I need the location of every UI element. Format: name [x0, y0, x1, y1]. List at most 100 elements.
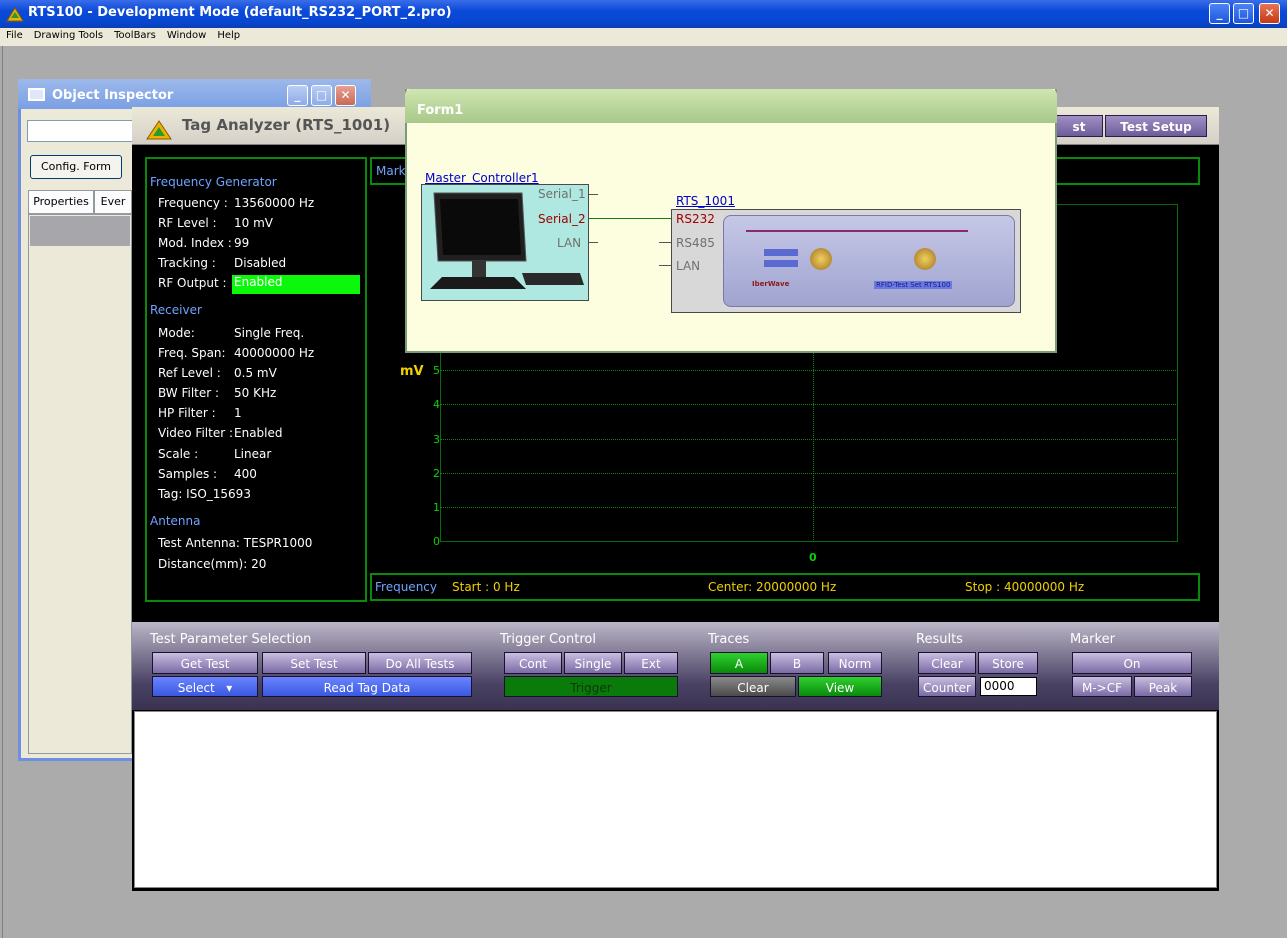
close-button[interactable]: ✕ — [335, 85, 356, 106]
port-lan-device: LAN — [676, 259, 701, 273]
fg-tracking-value: Disabled — [234, 256, 287, 270]
object-selector-combo[interactable] — [27, 120, 137, 142]
results-store-button[interactable]: Store — [978, 652, 1038, 674]
form1-titlebar[interactable]: Form1 — [405, 89, 1057, 123]
menu-window[interactable]: Window — [161, 28, 211, 41]
set-test-button[interactable]: Set Test — [262, 652, 366, 674]
trace-a-button[interactable]: A — [710, 652, 768, 674]
window-title: RTS100 - Development Mode (default_RS232… — [28, 5, 452, 20]
do-all-tests-button[interactable]: Do All Tests — [368, 652, 472, 674]
trigger-single-button[interactable]: Single — [564, 652, 622, 674]
trigger-ext-button[interactable]: Ext — [624, 652, 678, 674]
marker-on-button[interactable]: On — [1072, 652, 1192, 674]
x-tick: 0 — [809, 551, 817, 564]
property-grid-header — [30, 216, 130, 246]
chevron-down-icon: ▾ — [218, 681, 233, 695]
rx-mode-label: Mode: — [158, 326, 195, 340]
trace-clear-button[interactable]: Clear — [710, 676, 796, 697]
analyzer-icon — [146, 120, 172, 140]
device-label[interactable]: RTS_1001 — [676, 194, 735, 208]
marker-to-cf-button[interactable]: M->CF — [1072, 676, 1132, 697]
trigger-control-heading: Trigger Control — [500, 632, 596, 647]
menu-bar: File Drawing Tools ToolBars Window Help — [0, 28, 1287, 46]
results-counter-value: 0000 — [980, 677, 1037, 696]
trace-view-button[interactable]: View — [798, 676, 882, 697]
rx-ref-level-label: Ref Level : — [158, 366, 221, 380]
select-label: Select — [177, 681, 215, 695]
antenna-test-antenna: Test Antenna: TESPR1000 — [158, 536, 313, 550]
rx-scale-value: Linear — [234, 447, 272, 461]
port-rs485: RS485 — [676, 236, 715, 250]
port-serial-1: Serial_1 — [538, 187, 586, 201]
fg-frequency-label: Frequency : — [158, 196, 228, 210]
port-lan: LAN — [557, 236, 582, 250]
traces-heading: Traces — [708, 632, 750, 647]
master-controller-label[interactable]: Master_Controller1 — [425, 171, 539, 185]
marker-label: Mark — [376, 164, 406, 178]
config-form-button[interactable]: Config. Form — [30, 155, 122, 179]
frequency-generator-heading: Frequency Generator — [150, 175, 277, 189]
tab-properties[interactable]: Properties — [28, 190, 94, 214]
rx-bw-filter-value: 50 KHz — [234, 386, 277, 400]
rx-bw-filter-label: BW Filter : — [158, 386, 220, 400]
antenna-heading: Antenna — [150, 514, 201, 528]
minimize-button[interactable]: _ — [287, 85, 308, 106]
device-stripe — [746, 230, 968, 232]
frequency-start: Start : 0 Hz — [452, 580, 520, 594]
fg-tracking-label: Tracking : — [158, 256, 216, 270]
grid-line — [440, 439, 1178, 440]
maximize-button[interactable]: □ — [1233, 3, 1254, 24]
test-button[interactable]: st — [1055, 115, 1103, 137]
trace-b-button[interactable]: B — [770, 652, 824, 674]
menu-drawing-tools[interactable]: Drawing Tools — [28, 28, 108, 41]
maximize-button[interactable]: □ — [311, 85, 332, 106]
y-tick: 2 — [433, 467, 440, 480]
output-panel[interactable] — [134, 711, 1217, 888]
port-serial-2: Serial_2 — [538, 212, 586, 226]
window-titlebar[interactable]: RTS100 - Development Mode (default_RS232… — [0, 0, 1287, 28]
grid-line — [440, 404, 1178, 405]
fg-rf-output-value: Enabled — [232, 275, 360, 294]
menu-help[interactable]: Help — [211, 28, 245, 41]
results-clear-button[interactable]: Clear — [918, 652, 976, 674]
fg-mod-index-label: Mod. Index : — [158, 236, 232, 250]
get-test-button[interactable]: Get Test — [152, 652, 258, 674]
rx-tag: Tag: ISO_15693 — [158, 487, 251, 501]
fg-rf-level-value: 10 mV — [234, 216, 273, 230]
minimize-button[interactable]: _ — [1209, 3, 1230, 24]
grid-line — [440, 507, 1178, 508]
rx-samples-label: Samples : — [158, 467, 218, 481]
rts-device-panel: IberWave RFID-Test Set RTS100 — [723, 215, 1015, 307]
rf-out-connector — [810, 248, 832, 270]
vcc-led — [764, 260, 798, 267]
marker-peak-button[interactable]: Peak — [1134, 676, 1192, 697]
y-tick: 5 — [433, 364, 440, 377]
y-tick: 0 — [433, 535, 440, 548]
rx-scale-label: Scale : — [158, 447, 199, 461]
grid-line — [440, 370, 1178, 371]
menu-file[interactable]: File — [0, 28, 28, 41]
trigger-cont-button[interactable]: Cont — [504, 652, 562, 674]
object-inspector-titlebar[interactable]: Object Inspector _ □ ✕ — [18, 79, 371, 109]
close-button[interactable]: ✕ — [1259, 3, 1280, 24]
trigger-button[interactable]: Trigger — [504, 676, 678, 697]
y-tick: 1 — [433, 501, 440, 514]
fg-mod-index-value: 99 — [234, 236, 250, 250]
tag-analyzer-title: Tag Analyzer (RTS_1001) — [182, 116, 391, 134]
results-counter-button[interactable]: Counter — [918, 676, 976, 697]
port-rs232: RS232 — [676, 212, 715, 226]
tab-events[interactable]: Ever — [94, 190, 132, 214]
rx-hp-filter-label: HP Filter : — [158, 406, 216, 420]
antenna-distance: Distance(mm): 20 — [158, 557, 267, 571]
menu-toolbars[interactable]: ToolBars — [108, 28, 161, 41]
y-tick: 4 — [433, 398, 440, 411]
fg-rf-output-label: RF Output : — [158, 276, 227, 290]
grid-line — [440, 473, 1178, 474]
select-dropdown[interactable]: Select ▾ — [152, 676, 258, 697]
port-connector — [589, 194, 598, 195]
rf-in-connector — [914, 248, 936, 270]
activity-led — [764, 249, 798, 256]
trace-norm-button[interactable]: Norm — [828, 652, 882, 674]
read-tag-data-button[interactable]: Read Tag Data — [262, 676, 472, 697]
test-setup-button[interactable]: Test Setup — [1105, 115, 1207, 137]
